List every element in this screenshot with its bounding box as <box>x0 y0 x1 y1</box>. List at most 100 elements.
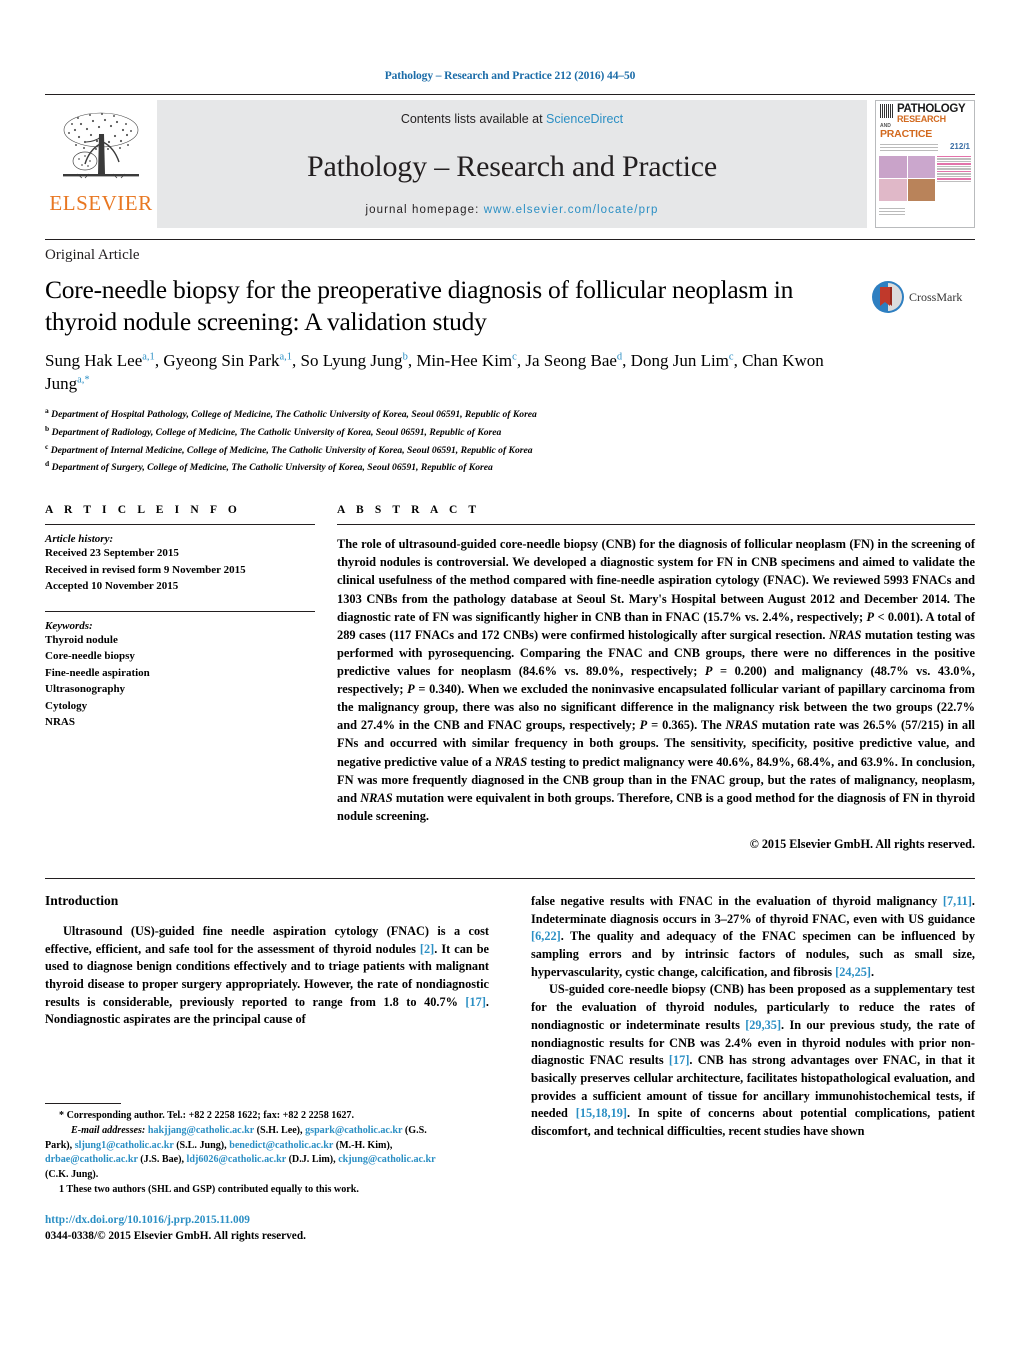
author-list: Sung Hak Leea,1, Gyeong Sin Parka,1, So … <box>45 351 824 394</box>
email-link[interactable]: benedict@catholic.ac.kr <box>229 1140 333 1151</box>
elsevier-wordmark: ELSEVIER <box>49 191 153 215</box>
footnote-divider <box>45 1103 121 1104</box>
cover-micrograph-4 <box>907 178 935 201</box>
journal-masthead: ELSEVIER Contents lists available at Sci… <box>45 94 975 228</box>
homepage-url-link[interactable]: www.elsevier.com/locate/prp <box>484 204 659 216</box>
affiliation-item: b Department of Radiology, College of Me… <box>45 423 855 441</box>
keyword-item: Fine-needle aspiration <box>45 666 150 679</box>
abstract-text: The role of ultrasound-guided core-needl… <box>337 537 976 823</box>
affiliation-text: Department of Internal Medicine, College… <box>50 444 533 456</box>
citation-ref[interactable]: [17] <box>465 995 486 1009</box>
cover-title-line4: PRACTICE <box>880 128 933 141</box>
citation-ref[interactable]: [29,35] <box>745 1018 781 1032</box>
elsevier-logo: ELSEVIER <box>45 100 157 228</box>
cover-volume: 212/1 <box>949 141 970 151</box>
crossmark-label: CrossMark <box>909 289 963 304</box>
email-label: E-mail addresses: <box>71 1124 146 1136</box>
divider-above-article-type <box>45 239 975 240</box>
equal-contribution-note: 1 These two authors (SHL and GSP) contri… <box>59 1184 359 1196</box>
email-owner: (S.H. Lee) <box>256 1124 301 1136</box>
affiliation-list: a Department of Hospital Pathology, Coll… <box>45 405 855 476</box>
article-type-label: Original Article <box>45 247 140 263</box>
contents-available-line: Contents lists available at ScienceDirec… <box>401 112 623 126</box>
cover-barcode-icon <box>880 104 894 118</box>
keyword-item: Cytology <box>45 699 88 712</box>
email-owner: (J.S. Bae) <box>140 1154 182 1166</box>
sciencedirect-link[interactable]: ScienceDirect <box>546 112 623 126</box>
intro-paragraph-right-2: US-guided core-needle biopsy (CNB) has b… <box>531 982 975 1139</box>
email-link[interactable]: drbae@catholic.ac.kr <box>45 1154 138 1165</box>
affiliation-text: Department of Surgery, College of Medici… <box>51 462 493 474</box>
contents-prefix: Contents lists available at <box>400 112 547 126</box>
article-page: Pathology – Research and Practice 212 (2… <box>0 0 1020 1351</box>
affiliation-marker: c <box>45 441 49 451</box>
abstract-copyright: © 2015 Elsevier GmbH. All rights reserve… <box>749 836 975 851</box>
abstract-heading: A B S T R A C T <box>337 504 481 517</box>
cover-micrograph-2 <box>907 155 935 178</box>
affiliation-item: d Department of Surgery, College of Medi… <box>45 458 855 476</box>
keywords-block: Keywords: Thyroid nodule Core-needle bio… <box>45 610 315 731</box>
homepage-label: journal homepage: <box>365 204 480 216</box>
cover-toc-lines <box>937 155 971 201</box>
email-owner: (S.L. Jung) <box>176 1139 225 1151</box>
info-abstract-section: A R T I C L E I N F O Article history: R… <box>45 504 975 852</box>
doi-block: http://dx.doi.org/10.1016/j.prp.2015.11.… <box>45 1213 465 1245</box>
citation-ref[interactable]: [2] <box>420 942 434 956</box>
affiliation-item: a Department of Hospital Pathology, Coll… <box>45 405 855 423</box>
body-column-right: false negative results with FNAC in the … <box>531 893 975 1141</box>
introduction-heading: Introduction <box>45 892 119 908</box>
citation-ref[interactable]: [24,25] <box>835 965 871 979</box>
email-link[interactable]: ldj6026@catholic.ac.kr <box>187 1154 286 1165</box>
intro-paragraph-right-1: false negative results with FNAC in the … <box>531 893 975 979</box>
elsevier-tree-icon <box>63 112 139 179</box>
divider-abstract <box>337 524 975 526</box>
email-link[interactable]: gspark@catholic.ac.kr <box>305 1125 402 1136</box>
page-title: Core-needle biopsy for the preoperative … <box>45 275 794 337</box>
email-owner: (M.-H. Kim) <box>335 1139 390 1151</box>
journal-cover-thumbnail: PATHOLOGY RESEARCH AND PRACTICE 212/1 <box>875 100 975 228</box>
abstract-column: A B S T R A C T The role of ultrasound-g… <box>337 504 975 852</box>
affiliation-text: Department of Hospital Pathology, Colleg… <box>51 409 537 421</box>
cover-micrograph-1 <box>879 155 907 178</box>
article-history-item: Received in revised form 9 November 2015 <box>45 563 246 576</box>
email-link[interactable]: ckjung@catholic.ac.kr <box>338 1154 435 1165</box>
divider-keywords <box>45 610 315 612</box>
keywords-label: Keywords: <box>45 619 93 632</box>
email-owner: (D.J. Lim) <box>288 1154 334 1166</box>
journal-homepage-line: journal homepage: www.elsevier.com/locat… <box>365 204 658 216</box>
issn-copyright-line: 0344-0338/© 2015 Elsevier GmbH. All righ… <box>45 1229 306 1242</box>
citation-ref[interactable]: [15,18,19] <box>576 1106 627 1120</box>
cover-micrograph-grid <box>879 155 935 201</box>
keyword-item: Thyroid nodule <box>45 633 118 646</box>
article-history-item: Accepted 10 November 2015 <box>45 580 179 593</box>
affiliation-text: Department of Radiology, College of Medi… <box>51 427 502 439</box>
citation-ref[interactable]: [7,11] <box>943 894 972 908</box>
email-addresses-note: E-mail addresses: hakjjang@catholic.ac.k… <box>45 1124 436 1181</box>
affiliation-marker: b <box>45 423 50 433</box>
cover-footer <box>876 203 974 218</box>
citation-ref[interactable]: [6,22] <box>531 929 561 943</box>
intro-paragraph-left: Ultrasound (US)-guided fine needle aspir… <box>45 923 489 1027</box>
doi-link[interactable]: http://dx.doi.org/10.1016/j.prp.2015.11.… <box>45 1213 465 1229</box>
crossmark-badge[interactable]: CrossMark <box>871 264 975 314</box>
article-header-area: Original Article Core-needle biopsy for … <box>45 239 975 852</box>
affiliation-item: c Department of Internal Medicine, Colle… <box>45 441 855 459</box>
keyword-item: NRAS <box>45 716 75 729</box>
footnote-block: * Corresponding author. Tel.: +82 2 2258… <box>45 1103 449 1198</box>
affiliation-marker: d <box>45 459 50 469</box>
keyword-item: Ultrasonography <box>45 683 126 696</box>
article-info-heading: A R T I C L E I N F O <box>45 504 241 517</box>
crossmark-icon <box>872 281 904 313</box>
keyword-item: Core-needle biopsy <box>45 650 135 663</box>
email-owner: (C.K. Jung) <box>45 1169 96 1181</box>
corresponding-author-note: * Corresponding author. Tel.: +82 2 2258… <box>59 1110 354 1121</box>
email-link[interactable]: sljung1@catholic.ac.kr <box>75 1140 174 1151</box>
article-info-column: A R T I C L E I N F O Article history: R… <box>45 504 315 852</box>
email-link[interactable]: hakjjang@catholic.ac.kr <box>148 1125 254 1136</box>
divider-article-info <box>45 524 315 526</box>
journal-band: Contents lists available at ScienceDirec… <box>157 100 867 228</box>
divider-above-body <box>45 877 975 879</box>
citation-ref[interactable]: [17] <box>669 1053 690 1067</box>
journal-title: Pathology – Research and Practice <box>307 150 717 184</box>
article-history-item: Received 23 September 2015 <box>45 547 179 560</box>
